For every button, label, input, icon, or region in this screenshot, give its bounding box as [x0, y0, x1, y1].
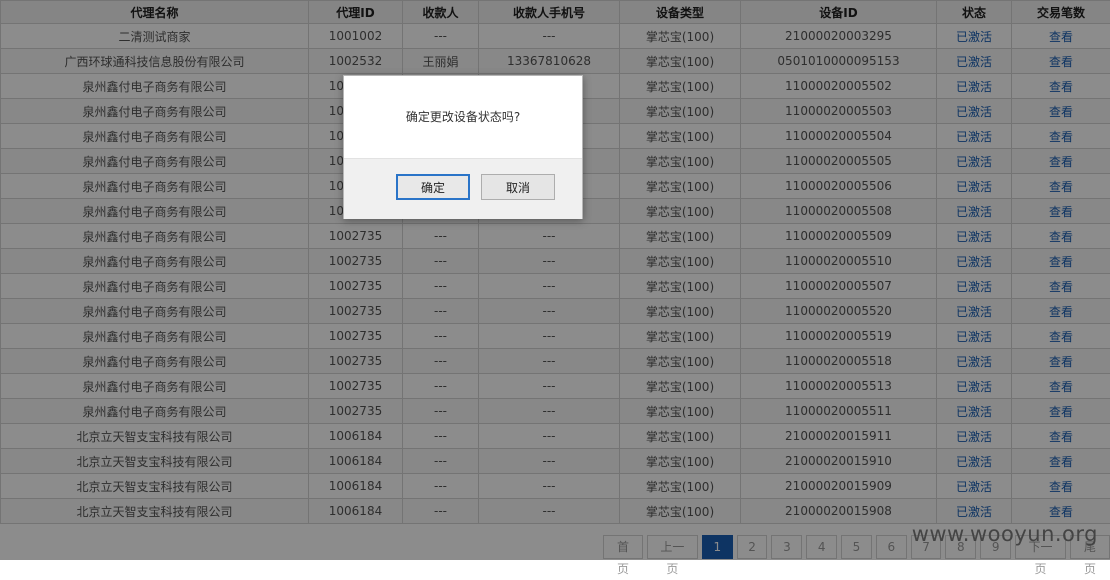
confirm-dialog: 确定更改设备状态吗? 确定 取消	[343, 75, 583, 219]
watermark: www.wooyun.org	[912, 522, 1098, 546]
confirm-message: 确定更改设备状态吗?	[344, 76, 582, 158]
dialog-button-bar: 确定 取消	[344, 158, 582, 219]
confirm-cancel-button[interactable]: 取消	[481, 174, 555, 200]
confirm-ok-button[interactable]: 确定	[396, 174, 470, 200]
